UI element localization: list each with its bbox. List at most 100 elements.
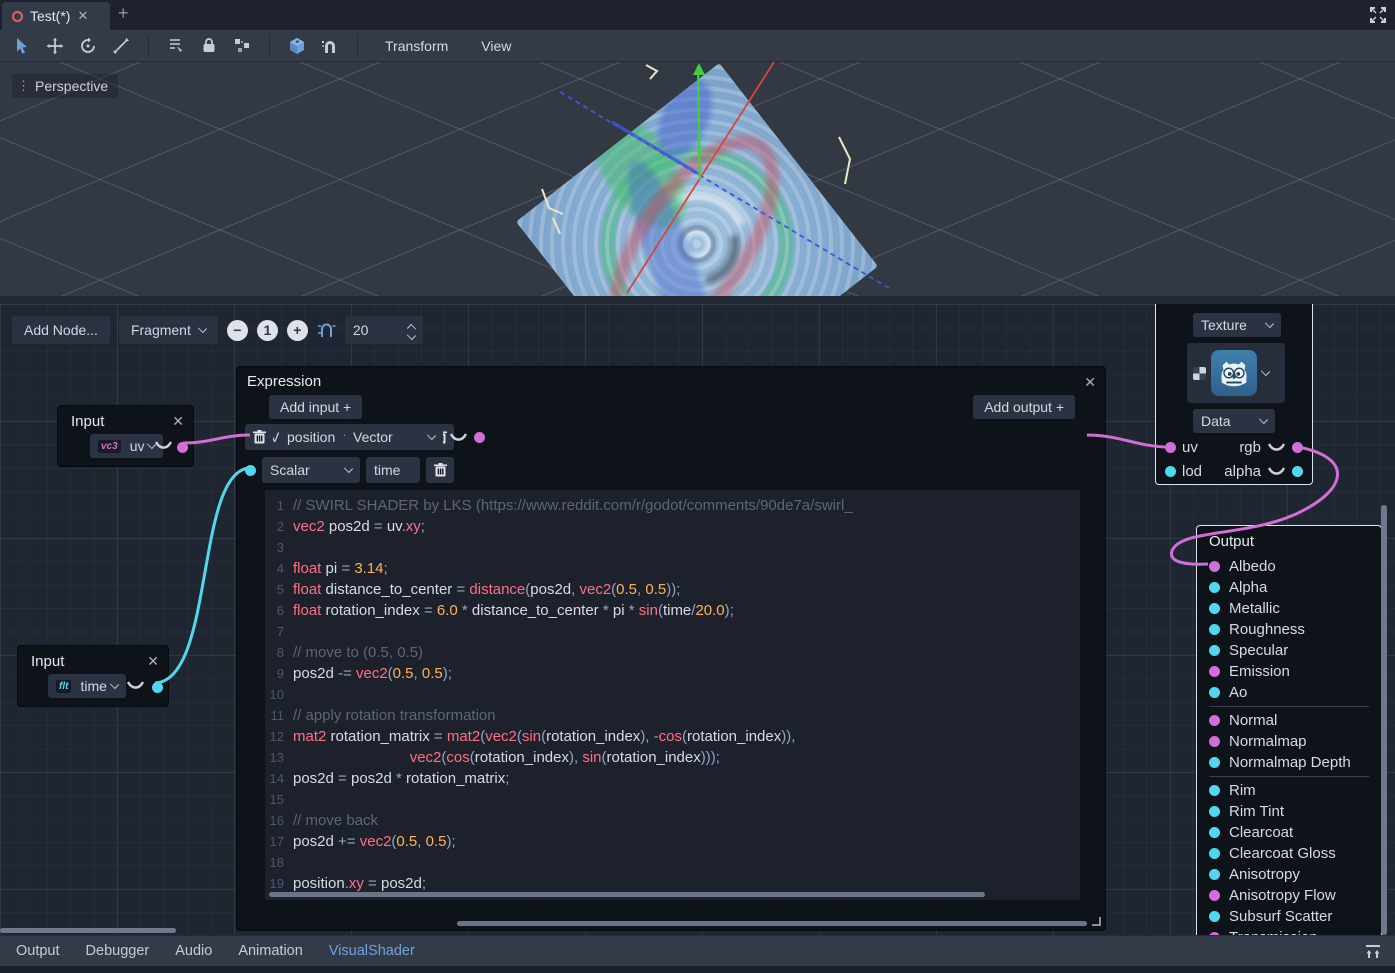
- tab-close-icon[interactable]: ✕: [77, 8, 88, 24]
- texture-source-dropdown[interactable]: Texture: [1193, 313, 1281, 337]
- input-source-dropdown[interactable]: flt time: [48, 674, 126, 698]
- port-uv-output[interactable]: [177, 442, 188, 453]
- port-albedo[interactable]: [1209, 561, 1220, 572]
- preview-toggle-icon[interactable]: [1267, 466, 1286, 477]
- select-list-icon[interactable]: [166, 36, 186, 56]
- texture-preview-button[interactable]: [1187, 343, 1285, 403]
- visualshader-graph[interactable]: Add Node... Fragment − 1 + 20 Input ✕ vc…: [0, 304, 1395, 935]
- port-alpha[interactable]: [1209, 582, 1220, 593]
- port-anisotropy[interactable]: [1209, 869, 1220, 880]
- node-input-uv[interactable]: Input ✕ vc3 uv: [57, 405, 194, 467]
- move-tool-icon[interactable]: [45, 36, 65, 56]
- port-uv-input[interactable]: [1165, 442, 1176, 453]
- bottom-tab-animation[interactable]: Animation: [238, 943, 302, 959]
- snap-icon[interactable]: [320, 36, 340, 56]
- code-text: position.xy = pos2d;: [293, 873, 426, 894]
- add-node-button[interactable]: Add Node...: [12, 316, 110, 344]
- input-source-dropdown[interactable]: vc3 uv: [90, 434, 163, 458]
- perspective-menu[interactable]: ⋮ Perspective: [12, 74, 118, 98]
- shader-mode-dropdown[interactable]: Fragment: [119, 316, 218, 344]
- new-tab-button[interactable]: +: [118, 3, 129, 24]
- select-tool-icon[interactable]: [12, 36, 32, 56]
- snap-step-input[interactable]: 20: [345, 316, 423, 344]
- port-name-field[interactable]: time: [366, 457, 420, 483]
- expand-panel-icon[interactable]: [1364, 944, 1382, 960]
- port-normalmap-depth[interactable]: [1209, 757, 1220, 768]
- bottom-tab-audio[interactable]: Audio: [175, 943, 212, 959]
- expression-code-editor[interactable]: 1// SWIRL SHADER by LKS (https://www.red…: [265, 490, 1080, 900]
- node-output[interactable]: Output AlbedoAlphaMetallicRoughnessSpecu…: [1196, 525, 1382, 935]
- port-normal[interactable]: [1209, 715, 1220, 726]
- preview-toggle-icon[interactable]: [449, 432, 468, 443]
- zoom-in-button[interactable]: +: [287, 320, 308, 341]
- node-expression[interactable]: Expression ✕ Add input + Add output + Ve…: [236, 366, 1106, 931]
- port-time-output[interactable]: [152, 682, 163, 693]
- port-clearcoat-gloss[interactable]: [1209, 848, 1220, 859]
- graph-hscrollbar[interactable]: [0, 928, 176, 933]
- add-input-button[interactable]: Add input +: [269, 395, 362, 419]
- zoom-out-button[interactable]: −: [227, 320, 248, 341]
- godot-logo-icon[interactable]: [1211, 350, 1257, 396]
- port-metallic[interactable]: [1209, 603, 1220, 614]
- port-lod-input[interactable]: [1165, 466, 1176, 477]
- port-name-field[interactable]: position: [279, 424, 339, 450]
- close-icon[interactable]: ✕: [1084, 374, 1096, 391]
- port-position-output[interactable]: [474, 432, 485, 443]
- port-rim[interactable]: [1209, 785, 1220, 796]
- group-icon[interactable]: [232, 36, 252, 56]
- code-hscrollbar[interactable]: [269, 892, 985, 897]
- bottom-tab-debugger[interactable]: Debugger: [86, 943, 150, 959]
- resize-handle[interactable]: [1092, 917, 1101, 926]
- preview-toggle-icon[interactable]: [154, 440, 173, 451]
- port-rim-tint[interactable]: [1209, 806, 1220, 817]
- view-menu[interactable]: View: [471, 38, 521, 54]
- close-icon[interactable]: ✕: [147, 653, 159, 670]
- node-texture[interactable]: Texture Data uv: [1155, 304, 1313, 485]
- port-type-dropdown[interactable]: Scalar: [262, 457, 360, 483]
- code-line: 2vec2 pos2d = uv.xy;: [265, 516, 1080, 537]
- texture-dropdown-chevron[interactable]: [1261, 367, 1270, 376]
- port-rgb-output[interactable]: [1292, 442, 1303, 453]
- fullscreen-icon[interactable]: [1368, 5, 1388, 25]
- 3d-viewport[interactable]: ⋮ Perspective: [0, 62, 1395, 296]
- add-output-button[interactable]: Add output +: [973, 395, 1075, 419]
- line-number: 18: [265, 852, 293, 873]
- lock-icon[interactable]: [199, 36, 219, 56]
- port-alpha-output[interactable]: [1292, 466, 1303, 477]
- scale-tool-icon[interactable]: [111, 36, 131, 56]
- code-line: 11// apply rotation transformation: [265, 705, 1080, 726]
- port-specular[interactable]: [1209, 645, 1220, 656]
- port-subsurf-scatter[interactable]: [1209, 911, 1220, 922]
- node-title: Output: [1209, 533, 1254, 550]
- snap-toggle-icon[interactable]: [317, 321, 336, 340]
- node-input-time[interactable]: Input ✕ flt time: [17, 645, 169, 707]
- port-emission[interactable]: [1209, 666, 1220, 677]
- bottom-tab-output[interactable]: Output: [16, 943, 60, 959]
- preview-toggle-icon[interactable]: [126, 680, 145, 691]
- panel-splitter[interactable]: [0, 296, 1395, 304]
- preview-toggle-icon[interactable]: [1267, 442, 1286, 453]
- port-roughness[interactable]: [1209, 624, 1220, 635]
- delete-port-button[interactable]: [426, 457, 454, 483]
- node-hscrollbar[interactable]: [457, 921, 1087, 926]
- transform-gizmo[interactable]: [0, 62, 1395, 296]
- port-transmission[interactable]: [1209, 932, 1220, 935]
- transform-menu[interactable]: Transform: [375, 38, 458, 54]
- delete-port-button[interactable]: [245, 424, 273, 450]
- port-clearcoat[interactable]: [1209, 827, 1220, 838]
- port-time-input[interactable]: [245, 465, 256, 476]
- drag-handle-icon[interactable]: ⋮: [17, 78, 30, 94]
- rotate-tool-icon[interactable]: [78, 36, 98, 56]
- port-anisotropy-flow[interactable]: [1209, 890, 1220, 901]
- scene-tab[interactable]: Test(*) ✕: [2, 2, 110, 30]
- port-normalmap[interactable]: [1209, 736, 1220, 747]
- close-icon[interactable]: ✕: [172, 413, 184, 430]
- texture-data-dropdown[interactable]: Data: [1193, 409, 1275, 433]
- port-ao[interactable]: [1209, 687, 1220, 698]
- code-line: 5float distance_to_center = distance(pos…: [265, 579, 1080, 600]
- port-type-dropdown[interactable]: Vector: [345, 424, 443, 450]
- local-space-icon[interactable]: [287, 36, 307, 56]
- bottom-tab-visualshader[interactable]: VisualShader: [329, 943, 415, 959]
- graph-vscrollbar[interactable]: [1381, 505, 1387, 935]
- zoom-reset-button[interactable]: 1: [257, 320, 278, 341]
